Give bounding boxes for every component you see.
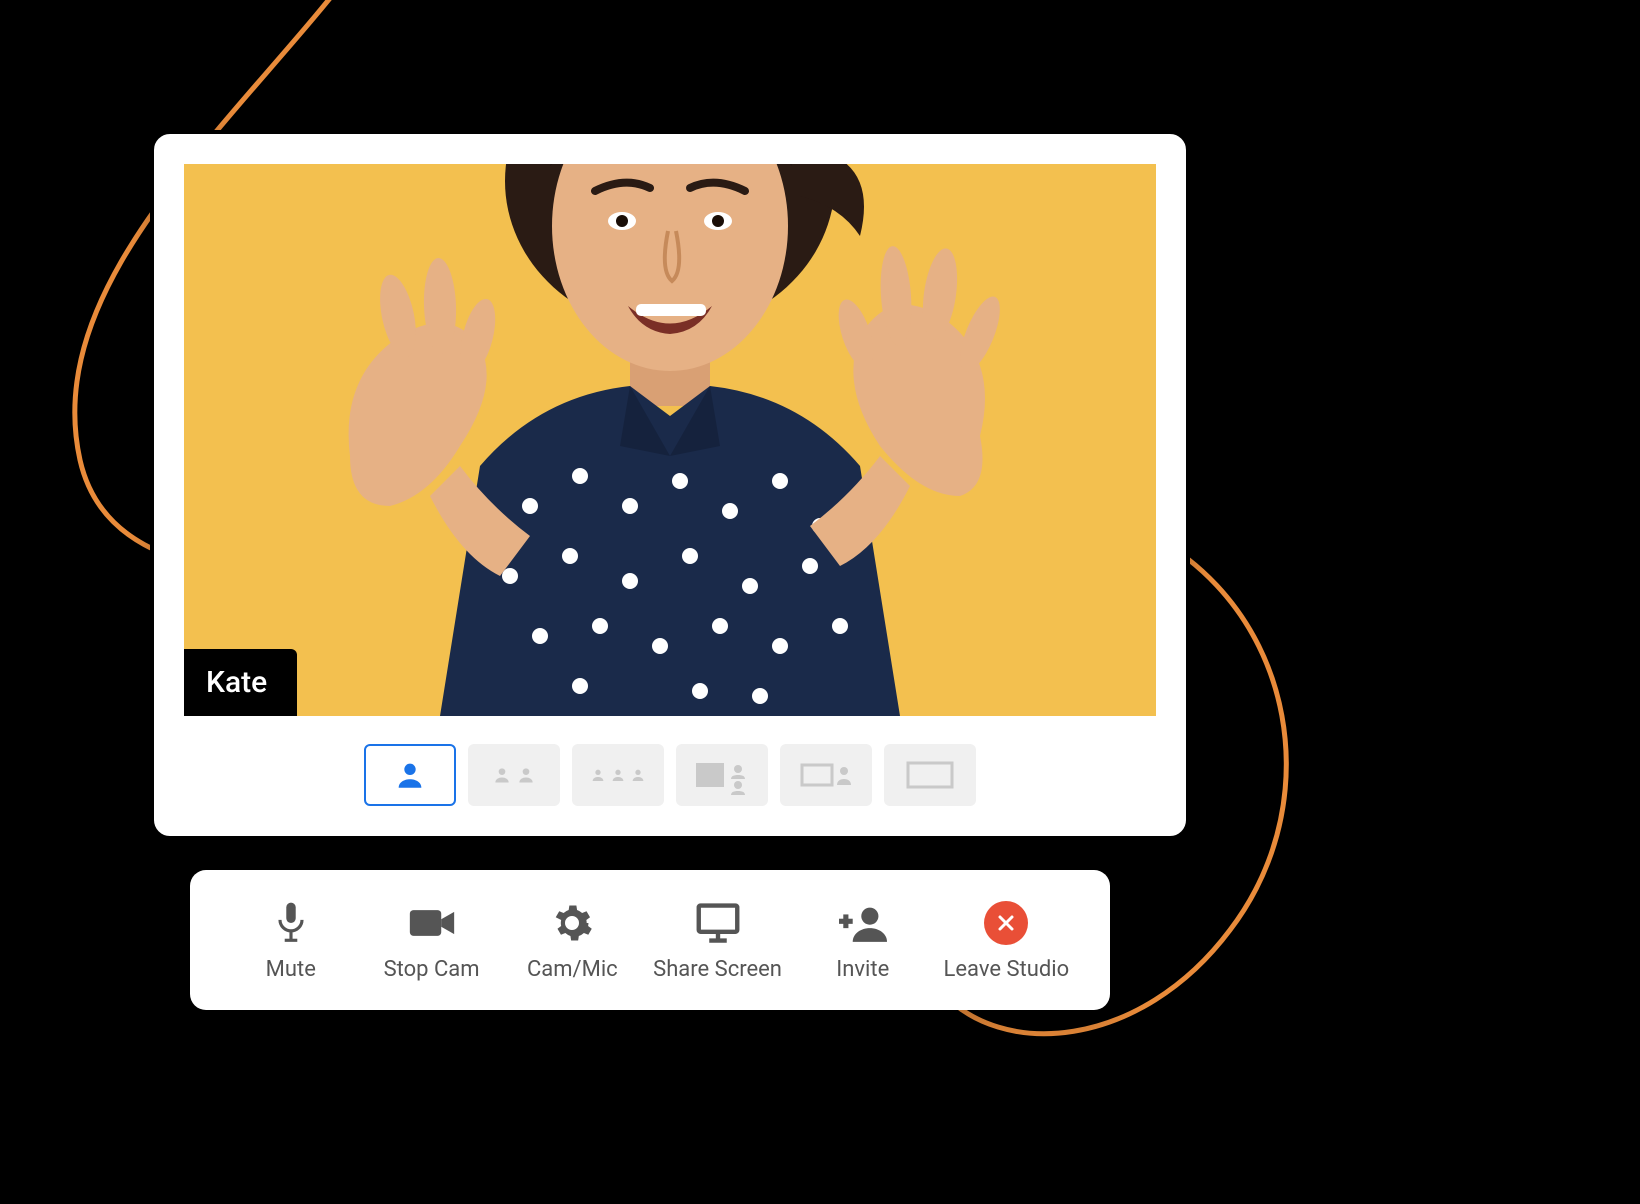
- layout-two-up[interactable]: [468, 744, 560, 806]
- stop-cam-button[interactable]: Stop Cam: [372, 899, 492, 982]
- participant-name-tag: Kate: [184, 649, 297, 716]
- leave-studio-button[interactable]: Leave Studio: [944, 899, 1070, 982]
- person-icon: [393, 758, 427, 792]
- gear-icon: [548, 899, 596, 947]
- monitor-icon: [694, 899, 742, 947]
- layout-icon: [796, 755, 856, 795]
- layout-picker: [184, 716, 1156, 806]
- invite-label: Invite: [836, 957, 889, 982]
- person-icon: [610, 767, 626, 783]
- camera-icon: [408, 899, 456, 947]
- cam-mic-label: Cam/Mic: [527, 957, 618, 982]
- layout-side-by-side[interactable]: [780, 744, 872, 806]
- share-screen-label: Share Screen: [653, 957, 782, 982]
- person-icon: [630, 767, 646, 783]
- layout-icon: [692, 755, 752, 795]
- close-icon: [982, 899, 1030, 947]
- layout-full[interactable]: [884, 744, 976, 806]
- video-area: Kate: [184, 164, 1156, 716]
- mute-button[interactable]: Mute: [231, 899, 351, 982]
- layout-icon: [900, 755, 960, 795]
- participant-video: [280, 164, 1060, 716]
- leave-studio-label: Leave Studio: [944, 957, 1070, 982]
- layout-single[interactable]: [364, 744, 456, 806]
- cam-mic-button[interactable]: Cam/Mic: [512, 899, 632, 982]
- layout-three-up[interactable]: [572, 744, 664, 806]
- stop-cam-label: Stop Cam: [384, 957, 480, 982]
- share-screen-button[interactable]: Share Screen: [653, 899, 782, 982]
- participant-name: Kate: [206, 665, 267, 700]
- studio-window: Kate: [150, 130, 1190, 840]
- person-icon: [492, 765, 512, 785]
- person-icon: [590, 767, 606, 783]
- invite-button[interactable]: Invite: [803, 899, 923, 982]
- layout-one-plus-two[interactable]: [676, 744, 768, 806]
- microphone-icon: [267, 899, 315, 947]
- person-icon: [516, 765, 536, 785]
- add-person-icon: [839, 899, 887, 947]
- mute-label: Mute: [266, 957, 316, 982]
- control-bar: Mute Stop Cam Cam/Mic Share Screen: [190, 870, 1110, 1010]
